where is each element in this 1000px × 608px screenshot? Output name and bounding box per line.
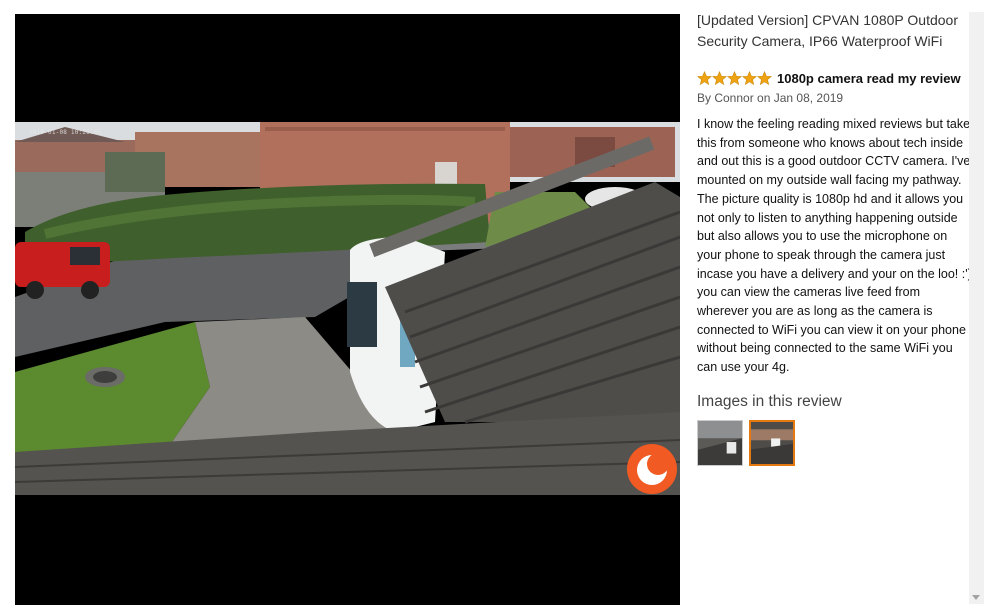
review-text: I know the feeling reading mixed reviews… — [697, 117, 972, 375]
star-icon — [742, 70, 757, 85]
star-rating — [697, 70, 772, 86]
image-viewer[interactable]: 2019-01-08 10:26:05 — [15, 14, 680, 605]
driveway-scene — [15, 122, 680, 495]
review-photo: 2019-01-08 10:26:05 — [15, 122, 680, 495]
thumbnail-2[interactable] — [749, 419, 795, 466]
thumbnail-strip — [697, 419, 972, 466]
panel-scrollbar[interactable] — [969, 12, 984, 604]
product-title[interactable]: [Updated Version] CPVAN 1080P Outdoor Se… — [697, 10, 967, 52]
scrollbar-thumb[interactable] — [971, 14, 982, 582]
star-icon — [697, 70, 712, 85]
star-icon — [757, 70, 772, 85]
scroll-down-icon[interactable] — [972, 595, 980, 600]
star-icon — [727, 70, 742, 85]
review-header: 1080p camera read my review — [697, 69, 972, 87]
camera-timestamp: 2019-01-08 10:26:05 — [29, 129, 102, 136]
images-heading: Images in this review — [697, 392, 842, 410]
star-icon — [712, 70, 727, 85]
review-panel: [Updated Version] CPVAN 1080P Outdoor Se… — [697, 10, 972, 606]
thumbnail-1[interactable] — [697, 419, 743, 466]
review-image-modal: 2019-01-08 10:26:05 [Updated Version] CP… — [0, 0, 1000, 608]
camera-brand-icon — [626, 443, 678, 495]
review-byline: By Connor on Jan 08, 2019 — [697, 91, 844, 105]
review-title[interactable]: 1080p camera read my review — [777, 71, 961, 86]
